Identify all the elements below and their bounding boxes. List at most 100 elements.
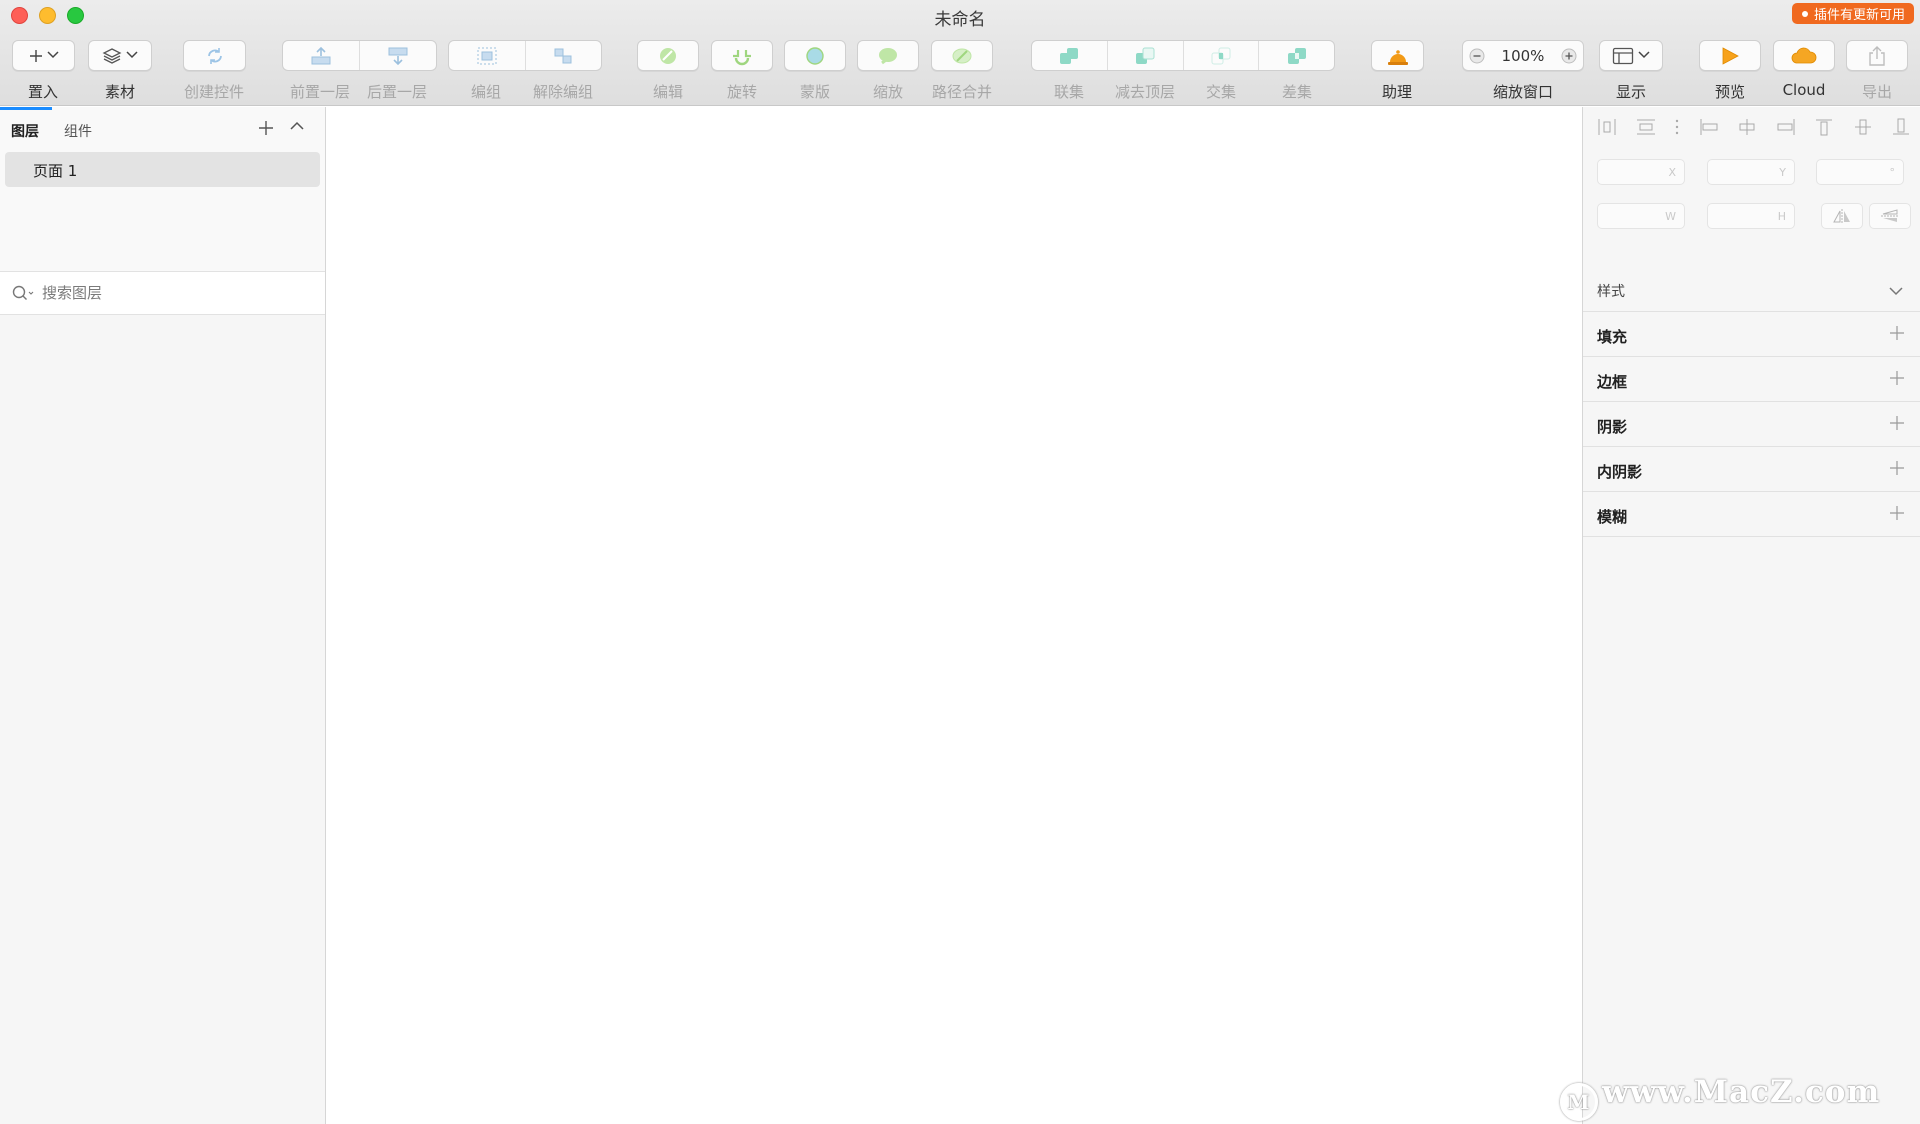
layer-search-input[interactable]: [42, 282, 302, 304]
toolbar: 未命名 插件有更新可用 置入 素材 创建控件 前置一层 后置一层 编组 解除编组…: [0, 0, 1920, 106]
canvas[interactable]: [326, 107, 1582, 1124]
difference-button[interactable]: [1258, 41, 1334, 70]
width-field[interactable]: W: [1597, 203, 1685, 229]
bring-forward-label: 前置一层: [289, 83, 351, 101]
watermark: Mwww.MacZ.com: [1560, 1074, 1880, 1121]
boolean-group: [1031, 40, 1335, 71]
flip-horizontal-icon: [1832, 208, 1852, 224]
bell-icon: [1386, 46, 1410, 66]
cloud-icon: [1790, 46, 1818, 66]
ungroup-icon: [552, 46, 574, 66]
more-vertical-icon[interactable]: [1674, 118, 1680, 136]
blur-title: 模糊: [1597, 508, 1628, 526]
preview-label: 预览: [1714, 83, 1746, 101]
group-button[interactable]: [449, 41, 525, 70]
add-fill-icon[interactable]: [1889, 322, 1905, 347]
arrange-group: [282, 40, 437, 71]
x-field-label: X: [1668, 166, 1676, 179]
add-inner-shadow-icon[interactable]: [1889, 457, 1905, 482]
x-field[interactable]: X: [1597, 159, 1685, 185]
tab-layers[interactable]: 图层: [11, 121, 39, 141]
shadow-title: 阴影: [1597, 418, 1628, 436]
add-border-icon[interactable]: [1889, 367, 1905, 392]
zoom-value: 100%: [1501, 46, 1545, 65]
export-label: 导出: [1861, 83, 1893, 101]
mask-icon: [804, 46, 826, 66]
shadow-section: 阴影: [1583, 402, 1920, 447]
align-center-horizontal-icon[interactable]: [1737, 118, 1757, 136]
insert-button[interactable]: [12, 40, 75, 71]
height-field[interactable]: H: [1707, 203, 1795, 229]
zoom-out-icon[interactable]: [1469, 48, 1485, 64]
insert-label: 置入: [27, 83, 59, 101]
align-middle-icon[interactable]: [1853, 118, 1873, 136]
alignment-toolbar: [1597, 115, 1911, 139]
add-page-icon[interactable]: [258, 117, 274, 141]
assets-button[interactable]: [88, 40, 152, 71]
union-label: 联集: [1053, 83, 1085, 101]
add-blur-icon[interactable]: [1889, 502, 1905, 527]
tab-symbols[interactable]: 组件: [64, 121, 92, 141]
border-title: 边框: [1597, 373, 1628, 391]
mask-label: 蒙版: [799, 83, 831, 101]
rotation-field-label: °: [1889, 166, 1896, 179]
assets-label: 素材: [104, 83, 136, 101]
flip-horizontal-button[interactable]: [1821, 203, 1863, 229]
flip-vertical-button[interactable]: [1869, 203, 1911, 229]
flatten-label: 路径合并: [931, 83, 993, 101]
rotate-button[interactable]: [711, 40, 773, 71]
layers-sidebar: 图层 组件 页面 1: [0, 107, 326, 1124]
cloud-button[interactable]: [1773, 40, 1835, 71]
edit-button[interactable]: [637, 40, 699, 71]
distribute-vertical-icon[interactable]: [1636, 118, 1656, 136]
flip-vertical-icon: [1880, 208, 1900, 224]
y-field[interactable]: Y: [1707, 159, 1795, 185]
assistant-button[interactable]: [1371, 40, 1424, 71]
add-shadow-icon[interactable]: [1889, 412, 1905, 437]
zoom-in-icon[interactable]: [1561, 48, 1577, 64]
mask-button[interactable]: [784, 40, 846, 71]
edit-shape-icon: [657, 46, 679, 66]
layout-icon: [1612, 47, 1634, 65]
rotation-field[interactable]: °: [1816, 159, 1904, 185]
scale-button[interactable]: [857, 40, 919, 71]
fill-title: 填充: [1597, 328, 1628, 346]
export-button[interactable]: [1846, 40, 1908, 71]
send-backward-button[interactable]: [359, 41, 436, 70]
bring-forward-button[interactable]: [283, 41, 359, 70]
search-icon: [12, 285, 34, 305]
macz-logo-icon: M: [1560, 1083, 1598, 1121]
union-button[interactable]: [1032, 41, 1107, 70]
align-bottom-icon[interactable]: [1891, 118, 1911, 136]
align-left-icon[interactable]: [1699, 118, 1719, 136]
edit-label: 编辑: [652, 83, 684, 101]
pages-panel: 图层 组件 页面 1: [0, 107, 325, 271]
create-symbol-button[interactable]: [183, 40, 246, 71]
align-top-icon[interactable]: [1814, 118, 1834, 136]
chevron-down-icon: [46, 49, 59, 62]
subtract-button[interactable]: [1106, 41, 1183, 70]
chevron-down-icon: [126, 49, 138, 62]
rotate-label: 旋转: [726, 83, 758, 101]
width-field-label: W: [1665, 210, 1676, 223]
subtract-label: 减去顶层: [1114, 83, 1176, 101]
send-backward-label: 后置一层: [366, 83, 428, 101]
plugin-update-badge[interactable]: 插件有更新可用: [1791, 3, 1914, 24]
ungroup-button[interactable]: [524, 41, 602, 70]
page-name: 页面 1: [33, 162, 78, 180]
style-section[interactable]: 样式: [1583, 267, 1920, 312]
intersect-button[interactable]: [1182, 41, 1259, 70]
distribute-horizontal-icon[interactable]: [1597, 118, 1617, 136]
preview-button[interactable]: [1699, 40, 1761, 71]
group-label: 编组: [470, 83, 502, 101]
page-list-item[interactable]: 页面 1: [5, 152, 320, 187]
align-right-icon[interactable]: [1776, 118, 1796, 136]
window-title: 未命名: [934, 10, 986, 30]
zoom-label: 缩放窗口: [1492, 83, 1554, 101]
chevron-up-icon[interactable]: [290, 119, 304, 135]
bring-forward-icon: [309, 46, 333, 66]
flatten-button[interactable]: [931, 40, 993, 71]
view-button[interactable]: [1599, 40, 1663, 71]
layers-stack-icon: [102, 47, 122, 64]
subtract-icon: [1133, 45, 1157, 67]
